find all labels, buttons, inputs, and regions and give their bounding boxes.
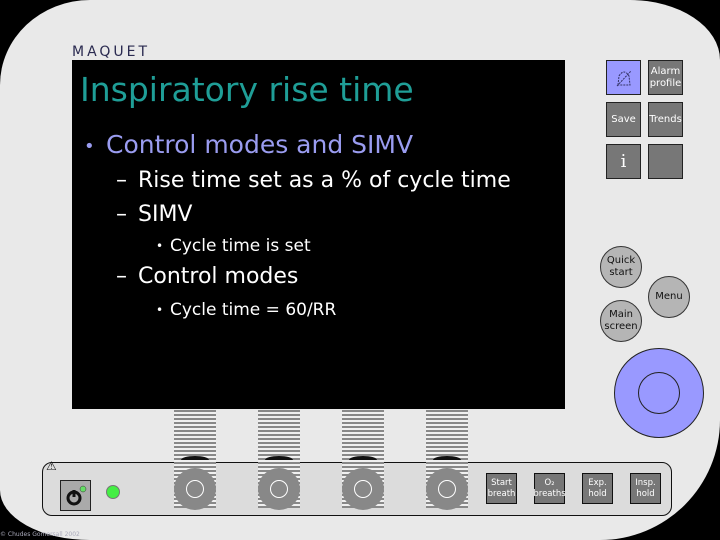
rotary-knob-4[interactable] bbox=[426, 468, 468, 510]
dial-center bbox=[638, 372, 680, 414]
sub-item: – Control modes bbox=[116, 264, 299, 289]
knob-indicator bbox=[181, 456, 209, 464]
main-rotary-dial[interactable] bbox=[614, 348, 704, 438]
sub-sub-item: • Cycle time = 60/RR bbox=[156, 300, 337, 320]
display-screen: Inspiratory rise time • Control modes and… bbox=[72, 60, 565, 409]
info-button[interactable]: i bbox=[606, 144, 641, 179]
brand-logo: MAQUET bbox=[72, 44, 151, 60]
alarm-profile-button[interactable]: Alarm profile bbox=[648, 60, 683, 95]
knob-indicator bbox=[265, 456, 293, 464]
trends-button[interactable]: Trends bbox=[648, 102, 683, 137]
save-button[interactable]: Save bbox=[606, 102, 641, 137]
main-screen-button[interactable]: Main screen bbox=[600, 300, 642, 342]
sub-item: – Rise time set as a % of cycle time bbox=[116, 168, 511, 193]
warning-icon: ⚠ bbox=[46, 459, 57, 473]
sub-item: – SIMV bbox=[116, 202, 193, 227]
rotary-knob-1[interactable] bbox=[174, 468, 216, 510]
rotary-knob-3[interactable] bbox=[342, 468, 384, 510]
exp-hold-button[interactable]: Exp. hold bbox=[582, 473, 613, 504]
start-breath-button[interactable]: Start breath bbox=[486, 473, 517, 504]
copyright: © Chudes Gomersall 2002 bbox=[0, 531, 80, 538]
main-bullet: • Control modes and SIMV bbox=[84, 130, 414, 159]
knob-indicator bbox=[349, 456, 377, 464]
slide-title: Inspiratory rise time bbox=[80, 70, 414, 109]
power-button[interactable] bbox=[60, 480, 91, 511]
knob-indicator bbox=[433, 456, 461, 464]
menu-button[interactable]: Menu bbox=[648, 276, 690, 318]
bell-crossed-icon bbox=[616, 70, 631, 86]
blank-button[interactable] bbox=[648, 144, 683, 179]
alarm-silence-button[interactable] bbox=[606, 60, 641, 95]
status-led-icon bbox=[106, 485, 120, 499]
rotary-knob-2[interactable] bbox=[258, 468, 300, 510]
o2-breaths-button[interactable]: O₂ breaths bbox=[533, 473, 566, 504]
insp-hold-button[interactable]: Insp. hold bbox=[630, 473, 661, 504]
sub-sub-item: • Cycle time is set bbox=[156, 236, 311, 256]
power-icon bbox=[66, 485, 87, 506]
quick-start-button[interactable]: Quick start bbox=[600, 246, 642, 288]
